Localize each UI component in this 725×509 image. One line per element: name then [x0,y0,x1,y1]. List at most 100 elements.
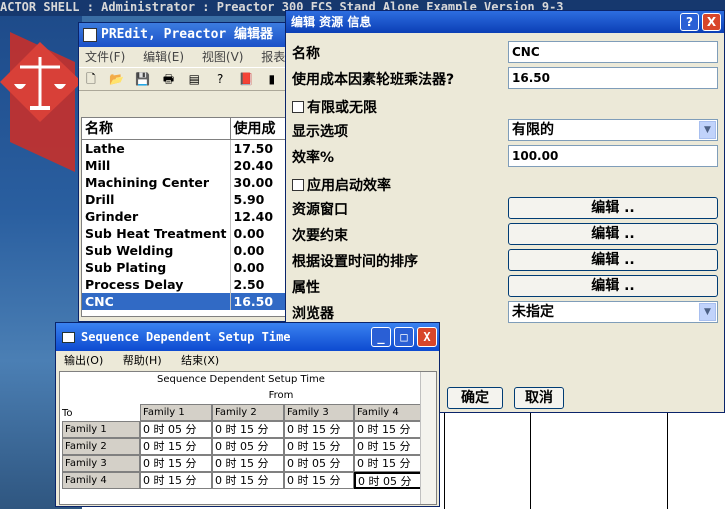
grid-cell[interactable]: 0 时 15 分 [212,472,284,489]
resource-name: CNC [82,293,231,310]
col-header-cost[interactable]: 使用成 [231,118,286,139]
grid-cell[interactable]: 0 时 15 分 [212,421,284,438]
open-folder-icon[interactable]: 📂 [109,71,125,87]
resource-row[interactable]: Sub Plating 0.00 [82,259,286,276]
grid-cell[interactable]: 0 时 05 分 [212,438,284,455]
col-header-name[interactable]: 名称 [82,118,231,139]
app-icon [83,28,97,42]
save-icon[interactable]: 💾 [135,71,151,87]
predit-toolbar: 🗋 📂 💾 🖶 ▤ ? 📕 ▮ [79,67,287,91]
predit-window: PREdit, Preactor 编辑器 文件(F) 编辑(E) 视图(V) 报… [78,22,288,322]
help-icon[interactable]: ? [212,71,228,87]
dialog-title-bar[interactable]: 编辑 资源 信息 ? X [286,11,724,33]
close-button[interactable]: X [702,13,721,31]
grid-cell[interactable]: 0 时 15 分 [354,438,424,455]
resource-row[interactable]: Drill 5.90 [82,191,286,208]
close-button[interactable]: X [417,327,437,347]
sequence-title-bar[interactable]: Sequence Dependent Setup Time _ □ X [56,323,439,351]
menu-file[interactable]: 文件(F) [85,50,125,64]
ok-button[interactable]: 确定 [447,387,503,409]
sequence-title: Sequence Dependent Setup Time [81,330,291,344]
resource-row[interactable]: Sub Heat Treatment 0.00 [82,225,286,242]
minimize-button[interactable]: _ [371,327,391,347]
grid-cell[interactable]: 0 时 15 分 [140,472,212,489]
maximize-button[interactable]: □ [394,327,414,347]
sequence-setup-window: Sequence Dependent Setup Time _ □ X 输出(O… [55,322,440,507]
chevron-down-icon[interactable]: ▼ [699,303,716,321]
resource-name: Sub Plating [82,259,231,276]
setup-sort-edit-button[interactable]: 编辑 .. [508,249,718,271]
vertical-scrollbar[interactable] [420,372,436,504]
resource-cost: 12.40 [233,209,274,224]
grid-cell[interactable]: 0 时 15 分 [284,438,354,455]
display-option-label: 显示选项 [292,124,348,140]
start-efficiency-row[interactable]: 应用启动效率 [292,175,391,195]
help-button[interactable]: ? [680,13,699,31]
menu-view[interactable]: 视图(V) [202,50,244,64]
finite-label: 有限或无限 [307,100,377,116]
browser-label: 浏览器 [292,306,334,322]
secondary-constraint-edit-button[interactable]: 编辑 .. [508,223,718,245]
book-icon[interactable]: 📕 [238,71,254,87]
resource-row[interactable]: Machining Center 30.00 [82,174,286,191]
grid-cell[interactable]: 0 时 15 分 [284,421,354,438]
menu-end[interactable]: 结束(X) [181,354,219,367]
predit-title: PREdit, Preactor 编辑器 [101,27,274,42]
grid-cell[interactable]: 0 时 15 分 [354,455,424,472]
grid-col-header: Family 3 [284,404,354,421]
grid-row-header: Family 3 [62,455,140,472]
resource-window-edit-button[interactable]: 编辑 .. [508,197,718,219]
resource-table: 名称 使用成 Lathe 17.50 Mill 20.40 Machining Cent… [81,117,287,317]
grid-cell[interactable]: 0 时 15 分 [354,421,424,438]
exit-icon[interactable]: ▮ [264,71,280,87]
efficiency-label: 效率% [292,150,335,166]
grid-cell[interactable]: 0 时 15 分 [212,455,284,472]
resource-cost: 16.50 [233,294,274,309]
resource-row[interactable]: Grinder 12.40 [82,208,286,225]
grid-cell[interactable]: 0 时 15 分 [284,472,354,489]
resource-window-label: 资源窗口 [292,202,348,218]
resource-name: Machining Center [82,174,231,191]
resource-name: Sub Welding [82,242,231,259]
display-option-select[interactable]: 有限的 ▼ [508,119,718,141]
browser-select[interactable]: 未指定 ▼ [508,301,718,323]
name-field[interactable]: CNC [508,41,718,63]
attribute-edit-button[interactable]: 编辑 .. [508,275,718,297]
print-icon[interactable]: 🖶 [160,71,176,87]
resource-row[interactable]: Mill 20.40 [82,157,286,174]
resource-row[interactable]: Process Delay 2.50 [82,276,286,293]
grid-cell[interactable]: 0 时 05 分 [354,472,424,489]
grid-cell[interactable]: 0 时 05 分 [284,455,354,472]
resource-row[interactable]: CNC 16.50 [82,293,286,310]
setup-time-grid: Sequence Dependent Setup Time From To Fa… [59,371,437,505]
menu-output[interactable]: 输出(O) [64,354,103,367]
finite-checkbox-row[interactable]: 有限或无限 [292,97,377,117]
resource-cost: 0.00 [233,243,265,258]
properties-icon[interactable]: ▤ [186,71,202,87]
grid-row-header: Family 4 [62,472,140,489]
cost-factor-label: 使用成本因素轮班乘法器? [292,72,455,88]
new-icon[interactable]: 🗋 [83,71,99,87]
start-efficiency-checkbox[interactable] [292,179,304,191]
grid-cell[interactable]: 0 时 15 分 [140,455,212,472]
browser-value: 未指定 [512,304,554,320]
grid-cell[interactable]: 0 时 15 分 [140,438,212,455]
grid-cell[interactable]: 0 时 05 分 [140,421,212,438]
efficiency-field[interactable]: 100.00 [508,145,718,167]
chevron-down-icon[interactable]: ▼ [699,121,716,139]
menu-report[interactable]: 报表 [261,50,285,64]
name-label: 名称 [292,46,320,62]
resource-name: Lathe [82,140,231,157]
from-label: From [268,390,294,401]
menu-edit[interactable]: 编辑(E) [143,50,184,64]
resource-cost: 20.40 [233,158,274,173]
sequence-menu-bar: 输出(O) 帮助(H) 结束(X) [56,351,439,371]
menu-help[interactable]: 帮助(H) [123,354,162,367]
cancel-button[interactable]: 取消 [514,387,564,409]
resource-row[interactable]: Lathe 17.50 [82,140,286,157]
predit-title-bar[interactable]: PREdit, Preactor 编辑器 [79,23,287,47]
resource-row[interactable]: Sub Welding 0.00 [82,242,286,259]
finite-checkbox[interactable] [292,101,304,113]
grid-col-header: Family 1 [140,404,212,421]
cost-factor-field[interactable]: 16.50 [508,67,718,89]
